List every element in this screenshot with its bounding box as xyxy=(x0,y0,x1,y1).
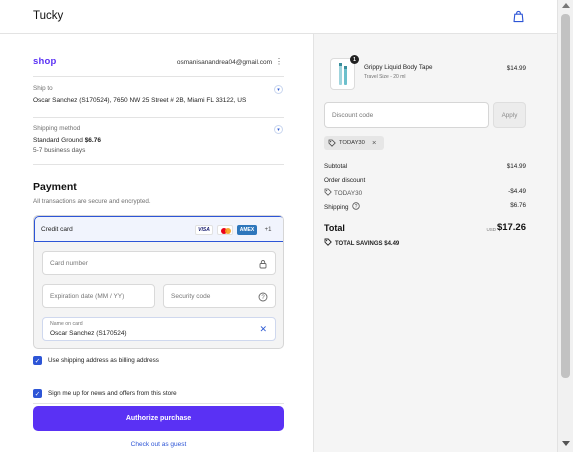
tag-icon xyxy=(328,139,336,147)
svg-text:?: ? xyxy=(355,204,358,210)
amex-icon: AMEX xyxy=(237,225,257,235)
newsletter-checkbox-row[interactable]: ✓ Sign me up for news and offers from th… xyxy=(33,388,284,400)
name-on-card-label: Name on card xyxy=(50,321,83,327)
product-name: Grippy Liquid Body Tape xyxy=(364,64,433,71)
scroll-down-arrow-icon[interactable] xyxy=(562,441,570,446)
product-price: $14.99 xyxy=(506,65,526,72)
total-value: $17.26 xyxy=(496,222,526,233)
mastercard-icon xyxy=(217,225,233,235)
applied-discount-chip: TODAY30 × xyxy=(324,136,384,150)
order-discount-label: Order discount xyxy=(324,177,366,184)
more-brands-badge: +1 xyxy=(264,227,272,233)
subtotal-value: $14.99 xyxy=(506,163,526,170)
discount-code-input[interactable] xyxy=(325,103,488,127)
subtotal-row: Subtotal $14.99 xyxy=(324,163,526,173)
total-row: Total USD $17.26 xyxy=(324,222,526,236)
chevron-down-icon[interactable]: ▾ xyxy=(274,85,283,94)
currency-code: USD xyxy=(486,227,496,232)
apply-discount-button[interactable]: Apply xyxy=(493,102,526,128)
shopping-bag-icon[interactable] xyxy=(512,10,525,23)
checkbox-checked-icon[interactable]: ✓ xyxy=(33,389,42,398)
divider xyxy=(33,403,284,404)
credit-card-option[interactable]: Credit card VISA AMEX +1 xyxy=(34,216,283,242)
shipping-row: Shipping ? $6.76 xyxy=(324,202,526,212)
subtotal-label: Subtotal xyxy=(324,163,348,170)
visa-icon: VISA xyxy=(195,225,213,235)
shop-pay-row: shop osmanisanandrea04@gmail.com ⋮ xyxy=(33,56,284,70)
ship-to-section[interactable]: Ship to Oscar Sanchez (S170524), 7650 NW… xyxy=(33,85,284,104)
discount-value: -$4.49 xyxy=(508,188,526,195)
total-savings: TOTAL SAVINGS $4.49 xyxy=(324,238,399,248)
shipping-eta: 5-7 business days xyxy=(33,147,86,154)
clear-icon[interactable]: ✕ xyxy=(259,324,267,335)
tag-icon xyxy=(324,188,332,196)
card-number-input[interactable] xyxy=(43,252,275,274)
store-name[interactable]: Tucky xyxy=(33,10,63,22)
help-icon[interactable]: ? xyxy=(352,202,360,210)
tag-icon xyxy=(324,238,332,246)
scrollbar-thumb[interactable] xyxy=(561,14,570,378)
ship-to-address: Oscar Sanchez (S170524), 7650 NW 25 Stre… xyxy=(33,97,247,104)
shop-pay-logo: shop xyxy=(33,56,57,67)
order-discount-row: Order discount xyxy=(324,177,526,187)
divider xyxy=(33,76,284,77)
shipping-method-name: Standard Ground $6.76 xyxy=(33,137,101,144)
account-email: osmanisanandrea04@gmail.com xyxy=(176,59,272,66)
divider xyxy=(33,117,284,118)
discount-code-summary: TODAY30 xyxy=(324,188,362,197)
shipping-value: $6.76 xyxy=(510,202,526,209)
total-label: Total xyxy=(324,223,345,233)
security-code-field[interactable]: ? xyxy=(163,284,276,308)
lock-icon xyxy=(259,260,267,269)
product-variant: Travel Size - 20 ml xyxy=(364,74,406,80)
divider xyxy=(33,164,284,165)
discount-code-row: TODAY30 -$4.49 xyxy=(324,188,526,198)
help-icon[interactable]: ? xyxy=(258,292,268,302)
credit-card-label: Credit card xyxy=(41,226,73,233)
applied-discount-code: TODAY30 xyxy=(339,140,365,146)
order-summary: 1 Grippy Liquid Body Tape Travel Size - … xyxy=(313,34,557,452)
payment-subtitle: All transactions are secure and encrypte… xyxy=(33,198,151,205)
quantity-badge: 1 xyxy=(350,55,359,64)
name-on-card-value[interactable]: Oscar Sanchez (S170524) xyxy=(50,330,127,337)
page-scrollbar[interactable] xyxy=(557,0,573,452)
shipping-method-label: Shipping method xyxy=(33,125,81,132)
authorize-purchase-button[interactable]: Authorize purchase xyxy=(33,406,284,431)
expiration-input[interactable] xyxy=(43,285,154,307)
shipping-summary-label: Shipping ? xyxy=(324,202,362,211)
credit-card-panel: Credit card VISA AMEX +1 ? Name on card xyxy=(33,215,284,349)
remove-discount-icon[interactable]: × xyxy=(372,138,376,147)
shipping-method-section[interactable]: Shipping method Standard Ground $6.76 5-… xyxy=(33,125,284,154)
payment-title: Payment xyxy=(33,181,77,193)
name-on-card-field[interactable]: Name on card Oscar Sanchez (S170524) ✕ xyxy=(42,317,276,341)
checkout-as-guest-link[interactable]: Check out as guest xyxy=(33,441,284,448)
discount-code-field[interactable] xyxy=(324,102,489,128)
header: Tucky xyxy=(0,0,557,34)
newsletter-label: Sign me up for news and offers from this… xyxy=(48,390,177,397)
billing-address-label: Use shipping address as billing address xyxy=(48,357,159,364)
chevron-down-icon[interactable]: ▾ xyxy=(274,125,283,134)
more-options-icon[interactable]: ⋮ xyxy=(275,57,283,66)
checkbox-checked-icon[interactable]: ✓ xyxy=(33,356,42,365)
expiration-field[interactable] xyxy=(42,284,155,308)
ship-to-label: Ship to xyxy=(33,85,53,92)
billing-address-checkbox-row[interactable]: ✓ Use shipping address as billing addres… xyxy=(33,355,284,367)
scroll-up-arrow-icon[interactable] xyxy=(562,3,570,8)
card-number-field[interactable] xyxy=(42,251,276,275)
